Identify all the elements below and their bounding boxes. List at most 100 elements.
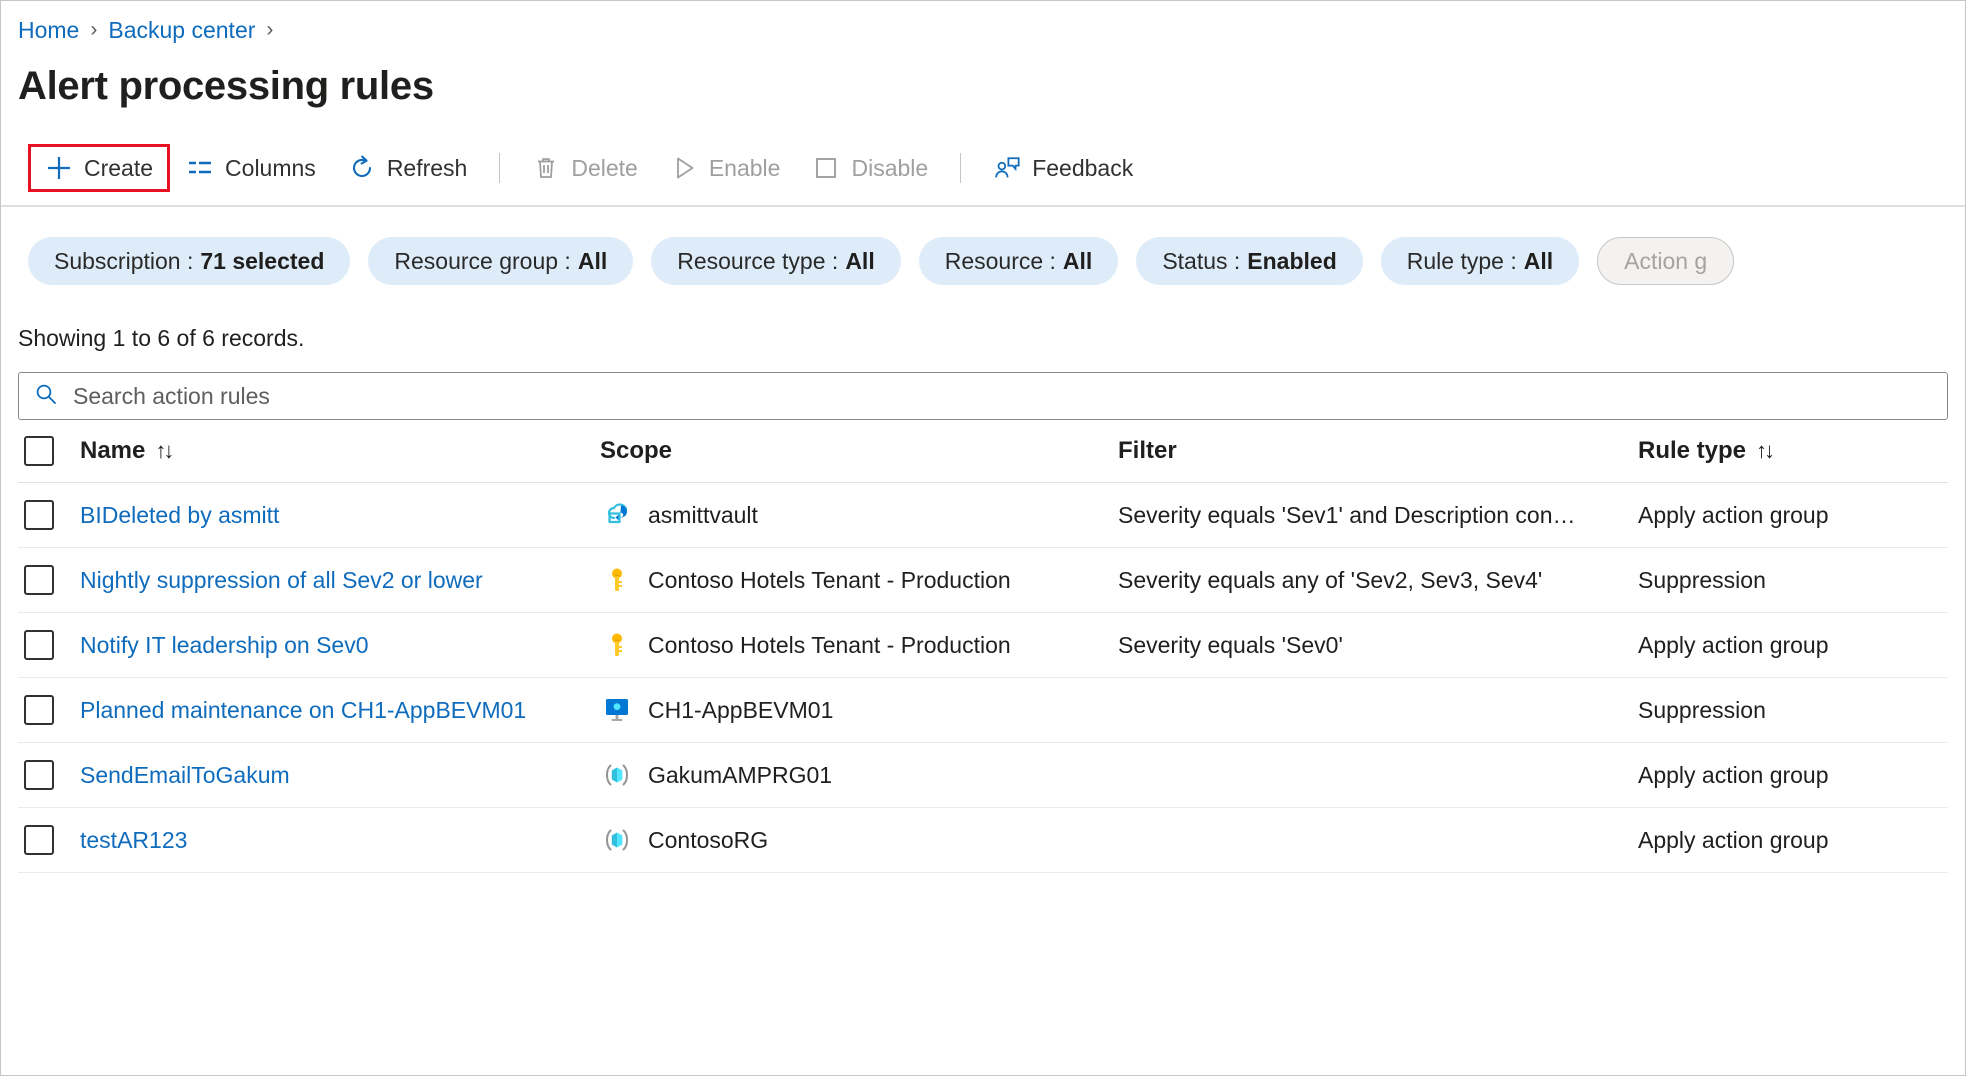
row-checkbox[interactable] [24,760,54,790]
scope-value: ContosoRG [648,827,768,854]
filter-pill-subscription-value: 71 selected [200,248,324,275]
column-header-rule-type-label: Rule type [1638,437,1746,465]
row-checkbox[interactable] [24,695,54,725]
breadcrumb-item-backup-center[interactable]: Backup center [108,17,255,44]
sort-arrows-icon: ↑↓ [155,438,171,464]
row-select-cell[interactable] [18,825,80,855]
columns-button-label: Columns [225,155,316,182]
feedback-button-label: Feedback [1032,155,1133,182]
breadcrumb: Home › Backup center › [0,0,1966,50]
filter-pill-resource-group-label: Resource group : [394,248,570,275]
filter-pill-subscription-label: Subscription : [54,248,193,275]
search-input[interactable] [71,382,1933,411]
filter-value: Severity equals any of 'Sev2, Sev3, Sev4… [1118,567,1542,593]
feedback-button[interactable]: Feedback [977,144,1149,192]
refresh-icon [348,154,376,182]
column-header-scope[interactable]: Scope [600,437,1118,465]
filter-pill-action-group-label: Action g [1624,248,1707,275]
rule-name-link[interactable]: Nightly suppression of all Sev2 or lower [80,567,483,593]
rule-type-value: Apply action group [1638,762,1829,788]
key-icon [600,563,634,597]
table-row: Nightly suppression of all Sev2 or lower… [18,548,1948,613]
column-header-scope-label: Scope [600,437,672,465]
scope-value: asmittvault [648,502,758,529]
filter-pill-action-group[interactable]: Action g [1597,237,1734,285]
columns-icon [186,154,214,182]
create-button-label: Create [84,155,153,182]
breadcrumb-separator-icon: › [90,18,97,42]
columns-button[interactable]: Columns [170,144,332,192]
create-button[interactable]: Create [28,144,170,192]
column-header-name[interactable]: Name ↑↓ [80,437,600,465]
column-header-filter[interactable]: Filter [1118,437,1638,465]
row-select-cell[interactable] [18,760,80,790]
select-all-cell[interactable] [18,436,80,466]
filter-pill-status-value: Enabled [1247,248,1336,275]
row-checkbox[interactable] [24,630,54,660]
resource-group-icon [600,758,634,792]
filter-pill-rule-type-value: All [1524,248,1553,275]
disable-button[interactable]: Disable [796,144,944,192]
table-row: Notify IT leadership on Sev0 Contoso Hot… [18,613,1948,678]
filter-pill-resource-label: Resource : [945,248,1056,275]
page-title: Alert processing rules [0,50,1966,109]
filter-pill-status[interactable]: Status : Enabled [1136,237,1362,285]
enable-button[interactable]: Enable [654,144,797,192]
records-summary: Showing 1 to 6 of 6 records. [0,289,1966,352]
filter-value: Severity equals 'Sev1' and Description c… [1118,502,1576,528]
filter-pill-status-label: Status : [1162,248,1240,275]
resource-group-icon [600,823,634,857]
filter-pill-resource-group[interactable]: Resource group : All [368,237,633,285]
row-checkbox[interactable] [24,565,54,595]
toolbar-divider-1 [499,153,500,183]
filter-pill-resource-group-value: All [578,248,607,275]
filter-value: Severity equals 'Sev0' [1118,632,1343,658]
scope-value: CH1-AppBEVM01 [648,697,833,724]
column-header-rule-type[interactable]: Rule type ↑↓ [1638,437,1948,465]
row-checkbox[interactable] [24,500,54,530]
rule-type-value: Apply action group [1638,502,1829,528]
row-select-cell[interactable] [18,630,80,660]
row-checkbox[interactable] [24,825,54,855]
scope-value: Contoso Hotels Tenant - Production [648,567,1011,594]
key-icon [600,628,634,662]
row-select-cell[interactable] [18,565,80,595]
table-row: testAR123 ContosoRG Apply action group [18,808,1948,873]
rule-name-link[interactable]: BIDeleted by asmitt [80,502,279,528]
sort-arrows-icon-2: ↑↓ [1756,438,1772,464]
play-icon [670,154,698,182]
filter-pill-resource-type[interactable]: Resource type : All [651,237,900,285]
filter-pill-bar: Subscription : 71 selected Resource grou… [0,207,1966,289]
delete-button[interactable]: Delete [516,144,653,192]
enable-button-label: Enable [709,155,781,182]
feedback-icon [993,154,1021,182]
delete-button-label: Delete [571,155,637,182]
rule-name-link[interactable]: Planned maintenance on CH1-AppBEVM01 [80,697,526,723]
filter-pill-resource-value: All [1063,248,1092,275]
breadcrumb-item-home[interactable]: Home [18,17,79,44]
filter-pill-rule-type-label: Rule type : [1407,248,1517,275]
refresh-button-label: Refresh [387,155,468,182]
search-icon [33,381,59,412]
select-all-checkbox[interactable] [24,436,54,466]
command-bar: Create Columns Refresh [0,139,1966,197]
rule-name-link[interactable]: SendEmailToGakum [80,762,290,788]
rule-type-value: Apply action group [1638,827,1829,853]
toolbar-divider-2 [960,153,961,183]
filter-pill-resource[interactable]: Resource : All [919,237,1119,285]
row-select-cell[interactable] [18,695,80,725]
square-icon [812,154,840,182]
table-row: Planned maintenance on CH1-AppBEVM01 CH1… [18,678,1948,743]
row-select-cell[interactable] [18,500,80,530]
rule-name-link[interactable]: testAR123 [80,827,187,853]
filter-pill-subscription[interactable]: Subscription : 71 selected [28,237,350,285]
table-header-row: Name ↑↓ Scope Filter Rule type ↑↓ [18,420,1948,483]
filter-pill-resource-type-value: All [845,248,874,275]
table-row: BIDeleted by asmitt asmittvault Severity… [18,483,1948,548]
filter-pill-rule-type[interactable]: Rule type : All [1381,237,1579,285]
refresh-button[interactable]: Refresh [332,144,484,192]
rule-name-link[interactable]: Notify IT leadership on Sev0 [80,632,369,658]
rule-type-value: Suppression [1638,697,1766,723]
rule-type-value: Suppression [1638,567,1766,593]
search-box[interactable] [18,372,1948,420]
